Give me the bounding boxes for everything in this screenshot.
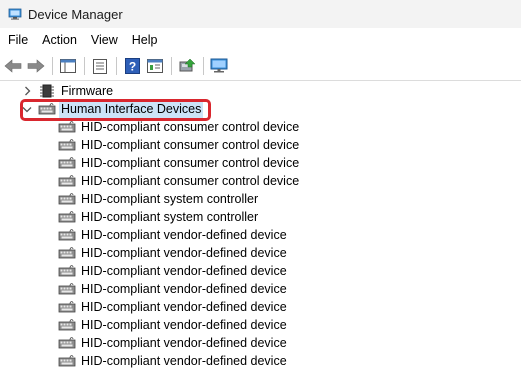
title-bar: Device Manager bbox=[0, 0, 521, 28]
hid-device-label: HID-compliant vendor-defined device bbox=[81, 246, 287, 260]
hid-device-item[interactable]: HID-compliant vendor-defined device bbox=[58, 244, 289, 262]
menu-action[interactable]: Action bbox=[37, 30, 82, 50]
help-icon: ? bbox=[124, 58, 140, 74]
menu-file[interactable]: File bbox=[3, 30, 33, 50]
update-driver-icon bbox=[179, 58, 196, 72]
properties-button[interactable] bbox=[89, 55, 111, 77]
hid-device-icon bbox=[58, 247, 76, 259]
hid-device-icon bbox=[58, 193, 76, 205]
hid-device-label: HID-compliant consumer control device bbox=[81, 120, 300, 134]
show-hide-console-tree-button[interactable] bbox=[57, 55, 79, 77]
device-tree[interactable]: Firmware Human Interface Devices HID-com… bbox=[0, 81, 521, 374]
help-button[interactable]: ? bbox=[121, 55, 143, 77]
menu-bar: File Action View Help bbox=[0, 28, 521, 52]
console-tree-icon bbox=[60, 59, 76, 73]
hid-device-label: HID-compliant vendor-defined device bbox=[81, 300, 287, 314]
firmware-chip-icon bbox=[40, 84, 54, 98]
device-manager-window: Device Manager File Action View Help ? F… bbox=[0, 0, 521, 374]
collapse-chevron-icon[interactable] bbox=[22, 104, 32, 114]
hid-device-icon bbox=[58, 121, 76, 133]
toolbar-separator bbox=[84, 57, 85, 75]
hid-icon bbox=[38, 103, 56, 115]
arrow-right-icon bbox=[27, 59, 45, 73]
hid-device-label: HID-compliant vendor-defined device bbox=[81, 336, 287, 350]
hid-device-label: HID-compliant system controller bbox=[81, 210, 259, 224]
action-pane-button[interactable] bbox=[144, 55, 166, 77]
hid-device-item[interactable]: HID-compliant consumer control device bbox=[58, 172, 301, 190]
tree-node-human-interface-devices[interactable]: Human Interface Devices bbox=[22, 100, 204, 118]
hid-device-item[interactable]: HID-compliant system controller bbox=[58, 208, 260, 226]
hid-device-item[interactable]: HID-compliant vendor-defined device bbox=[58, 316, 289, 334]
forward-button[interactable] bbox=[25, 55, 47, 77]
menu-help[interactable]: Help bbox=[127, 30, 163, 50]
hid-device-label: HID-compliant consumer control device bbox=[81, 138, 300, 152]
hid-device-item[interactable]: HID-compliant consumer control device bbox=[58, 118, 301, 136]
tree-node-label: Firmware bbox=[61, 84, 114, 98]
hid-device-label: HID-compliant vendor-defined device bbox=[81, 228, 287, 242]
hid-device-item[interactable]: HID-compliant consumer control device bbox=[58, 154, 301, 172]
scan-hardware-button[interactable] bbox=[208, 55, 230, 77]
arrow-left-icon bbox=[4, 59, 22, 73]
toolbar-separator bbox=[171, 57, 172, 75]
hid-device-item[interactable]: HID-compliant vendor-defined device bbox=[58, 352, 289, 370]
hid-device-icon bbox=[58, 229, 76, 241]
hid-device-icon bbox=[58, 301, 76, 313]
monitor-icon bbox=[210, 58, 228, 73]
hid-device-item[interactable]: HID-compliant vendor-defined device bbox=[58, 262, 289, 280]
hid-device-icon bbox=[58, 157, 76, 169]
hid-device-item[interactable]: HID-compliant consumer control device bbox=[58, 136, 301, 154]
device-manager-icon bbox=[8, 8, 22, 20]
window-title: Device Manager bbox=[28, 6, 123, 22]
hid-device-icon bbox=[58, 319, 76, 331]
toolbar: ? bbox=[0, 52, 521, 81]
tree-node-firmware[interactable]: Firmware bbox=[22, 82, 115, 100]
hid-device-label: HID-compliant vendor-defined device bbox=[81, 354, 287, 368]
hid-device-label: HID-compliant consumer control device bbox=[81, 174, 300, 188]
hid-device-icon bbox=[58, 283, 76, 295]
hid-device-item[interactable]: HID-compliant vendor-defined device bbox=[58, 226, 289, 244]
action-pane-icon bbox=[147, 59, 163, 73]
hid-device-icon bbox=[58, 265, 76, 277]
toolbar-separator bbox=[52, 57, 53, 75]
hid-device-icon bbox=[58, 355, 76, 367]
toolbar-separator bbox=[116, 57, 117, 75]
hid-device-item[interactable]: HID-compliant vendor-defined device bbox=[58, 280, 289, 298]
tree-node-label: Human Interface Devices bbox=[59, 100, 204, 118]
hid-device-icon bbox=[58, 175, 76, 187]
hid-device-label: HID-compliant system controller bbox=[81, 192, 259, 206]
hid-device-icon bbox=[58, 139, 76, 151]
update-driver-button[interactable] bbox=[176, 55, 198, 77]
hid-device-label: HID-compliant vendor-defined device bbox=[81, 264, 287, 278]
hid-device-item[interactable]: HID-compliant vendor-defined device bbox=[58, 334, 289, 352]
properties-icon bbox=[93, 58, 107, 74]
menu-view[interactable]: View bbox=[86, 30, 123, 50]
toolbar-separator bbox=[203, 57, 204, 75]
expand-chevron-icon[interactable] bbox=[22, 86, 32, 96]
svg-text:?: ? bbox=[128, 60, 135, 74]
hid-device-icon bbox=[58, 337, 76, 349]
hid-device-icon bbox=[58, 211, 76, 223]
hid-device-label: HID-compliant vendor-defined device bbox=[81, 318, 287, 332]
hid-device-item[interactable]: HID-compliant system controller bbox=[58, 190, 260, 208]
hid-device-label: HID-compliant vendor-defined device bbox=[81, 282, 287, 296]
hid-device-item[interactable]: HID-compliant vendor-defined device bbox=[58, 298, 289, 316]
back-button[interactable] bbox=[2, 55, 24, 77]
hid-device-label: HID-compliant consumer control device bbox=[81, 156, 300, 170]
